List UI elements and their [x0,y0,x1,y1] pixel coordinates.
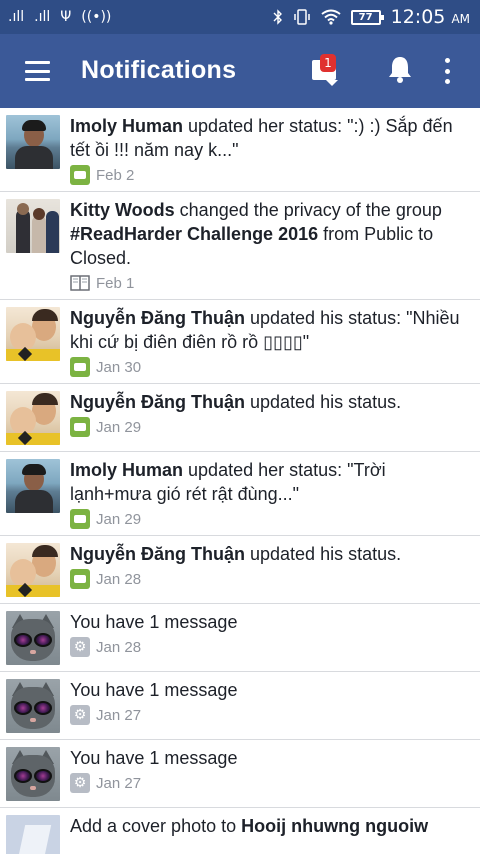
actor-name: Nguyễn Đăng Thuận [70,544,245,564]
avatar [6,543,60,597]
group-book-icon [70,275,90,291]
notification-text: Imoly Human updated her status: ":) :) S… [70,114,472,162]
notification-text: Imoly Human updated her status: "Trời lạ… [70,458,472,506]
notification-text: Nguyễn Đăng Thuận updated his status: "N… [70,306,472,354]
app-bar: Notifications 1 [0,34,480,108]
notification-item[interactable]: You have 1 message ⚙ Jan 27 [0,672,480,740]
menu-icon[interactable] [25,61,50,81]
clock: 12:05 AM [391,6,470,28]
status-icon [70,357,90,377]
signal-icon-sim2: .ıll [34,9,51,25]
battery-icon: 77 [350,9,384,25]
vibrate-icon [293,9,310,25]
notification-item[interactable]: You have 1 message ⚙ Jan 27 [0,740,480,808]
notification-message: updated his status. [245,392,402,412]
notification-message: Add a cover photo to [70,816,242,836]
notification-item[interactable]: Kitty Woods changed the privacy of the g… [0,192,480,300]
avatar [6,391,60,445]
status-icon [70,417,90,437]
actor-name: Kitty Woods [70,200,175,220]
notification-item[interactable]: Nguyễn Đăng Thuận updated his status. Ja… [0,384,480,452]
notifications-list: Imoly Human updated her status: ":) :) S… [0,108,480,854]
notification-text: Kitty Woods changed the privacy of the g… [70,198,472,270]
notification-item[interactable]: Add a cover photo to Hooij nhuwng nguoiw [0,808,480,854]
clock-time: 12:05 [390,6,446,28]
actor-name: Nguyễn Đăng Thuận [70,308,245,328]
clock-ampm: AM [451,12,470,26]
notification-text: Nguyễn Đăng Thuận updated his status. [70,390,472,414]
avatar [6,815,60,854]
avatar [6,459,60,513]
friend-requests-badge: 1 [320,54,336,72]
notification-message: You have 1 message [70,680,238,700]
bluetooth-icon [273,9,282,25]
signal-icon-sim1: .ıll [8,9,25,25]
notification-message: You have 1 message [70,612,238,632]
notification-item[interactable]: Imoly Human updated her status: "Trời lạ… [0,452,480,536]
notification-message: updated his status. [245,544,402,564]
gear-icon: ⚙ [70,637,90,657]
actor-name: Imoly Human [70,460,184,480]
actor-name: Imoly Human [70,116,184,136]
group-name: Hooij nhuwng nguoiw [241,816,429,836]
status-icon [70,509,90,529]
notification-message: changed the privacy of the group [174,200,442,220]
avatar [6,611,60,665]
status-icon [70,569,90,589]
notification-date: Jan 28 [96,570,142,588]
avatar [6,679,60,733]
avatar [6,115,60,169]
wifi-icon [321,9,341,25]
actor-name: Nguyễn Đăng Thuận [70,392,245,412]
notification-date: Jan 27 [96,774,142,792]
gear-icon: ⚙ [70,705,90,725]
notification-date: Jan 27 [96,706,142,724]
notification-date: Feb 1 [96,274,135,292]
group-name: #ReadHarder Challenge 2016 [70,224,319,244]
friend-requests-button[interactable]: 1 [310,54,340,86]
status-icon [70,165,90,185]
page-title: Notifications [81,56,237,84]
notification-item[interactable]: Nguyễn Đăng Thuận updated his status. Ja… [0,536,480,604]
notification-text: Add a cover photo to Hooij nhuwng nguoiw [70,814,472,838]
notification-message: You have 1 message [70,748,238,768]
notification-date: Jan 28 [96,638,142,656]
notification-item[interactable]: Imoly Human updated her status: ":) :) S… [0,108,480,192]
bell-icon[interactable] [386,54,414,84]
status-bar: .ıll .ıll Ψ ((•)) 77 12:05 AM [0,0,480,34]
avatar [6,747,60,801]
notification-date: Jan 29 [96,510,142,528]
notification-date: Jan 30 [96,358,142,376]
usb-icon: Ψ [60,9,72,25]
notification-text: Nguyễn Đăng Thuận updated his status. [70,542,472,566]
notification-item[interactable]: You have 1 message ⚙ Jan 28 [0,604,480,672]
notification-item[interactable]: Nguyễn Đăng Thuận updated his status: "N… [0,300,480,384]
avatar [6,199,60,253]
notification-date: Jan 29 [96,418,142,436]
more-options-icon[interactable] [443,58,451,84]
hotspot-icon: ((•)) [81,9,112,25]
avatar [6,307,60,361]
gear-icon: ⚙ [70,773,90,793]
notification-date: Feb 2 [96,166,135,184]
